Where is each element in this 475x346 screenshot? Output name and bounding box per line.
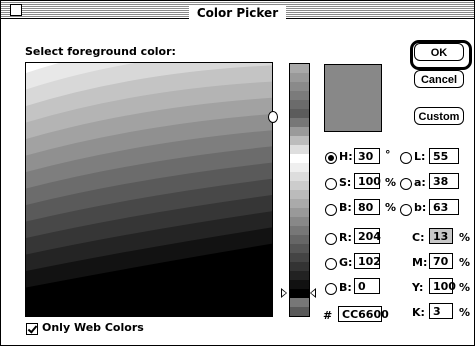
radio-a[interactable] [400, 178, 412, 190]
field-l[interactable]: 55 [429, 148, 459, 164]
slider-left-arrow-icon[interactable] [281, 288, 287, 298]
color-swatch [324, 64, 382, 132]
slider-band [290, 289, 309, 298]
slider-band [290, 145, 309, 154]
unit-h: ° [385, 148, 391, 161]
radio-lab-b[interactable] [400, 204, 412, 216]
color-slider[interactable] [289, 63, 310, 317]
only-web-colors-label: Only Web Colors [42, 321, 144, 334]
field-k[interactable]: 3 [429, 303, 453, 319]
ok-button[interactable]: OK [414, 43, 464, 61]
slider-band [290, 100, 309, 109]
label-k: K: [412, 306, 425, 319]
label-c: C: [412, 231, 425, 244]
slider-band [290, 181, 309, 190]
color-picker-window: Color Picker Select foreground color: OK… [0, 0, 475, 346]
label-a: a: [414, 176, 426, 189]
custom-button[interactable]: Custom [414, 107, 464, 125]
field-b[interactable]: 80 [354, 199, 380, 215]
slider-band [290, 208, 309, 217]
unit-k: % [459, 306, 471, 319]
radio-h[interactable] [325, 152, 337, 164]
field-h[interactable]: 30 [354, 148, 380, 164]
color-field[interactable] [25, 62, 273, 317]
slider-band [290, 82, 309, 91]
radio-l[interactable] [400, 152, 412, 164]
label-b: B: [339, 201, 352, 214]
label-s: S: [339, 176, 352, 189]
field-lab-b[interactable]: 63 [429, 199, 459, 215]
label-y: Y: [412, 281, 424, 294]
unit-y: % [459, 281, 471, 294]
label-h: H: [339, 150, 353, 163]
slider-band [290, 127, 309, 136]
label-r: R: [339, 231, 352, 244]
title-bar[interactable]: Color Picker [1, 1, 474, 21]
slider-band [290, 271, 309, 280]
slider-band [290, 172, 309, 181]
radio-rgb-b[interactable] [325, 283, 337, 295]
field-a[interactable]: 38 [429, 173, 459, 189]
hex-label: # [323, 309, 333, 322]
field-y[interactable]: 100 [429, 278, 456, 294]
label-m: M: [412, 256, 428, 269]
field-r[interactable]: 204 [354, 228, 381, 244]
hex-field[interactable]: CC6600 [338, 306, 389, 322]
label-rgb-b: B: [339, 281, 352, 294]
slider-band [290, 244, 309, 253]
slider-band [290, 136, 309, 145]
unit-c: % [459, 231, 471, 244]
slider-band [290, 118, 309, 127]
cancel-button[interactable]: Cancel [414, 70, 464, 88]
field-g[interactable]: 102 [354, 253, 381, 269]
slider-band [290, 280, 309, 289]
label-l: L: [414, 150, 426, 163]
radio-b[interactable] [325, 204, 337, 216]
radio-r[interactable] [325, 233, 337, 245]
slider-band [290, 253, 309, 262]
slider-band [290, 307, 309, 316]
slider-right-arrow-icon[interactable] [310, 288, 316, 298]
field-m[interactable]: 70 [429, 253, 453, 269]
radio-s[interactable] [325, 178, 337, 190]
window-title: Color Picker [188, 6, 287, 21]
field-rgb-b[interactable]: 0 [354, 278, 380, 294]
slider-band [290, 109, 309, 118]
radio-g[interactable] [325, 258, 337, 270]
slider-band [290, 235, 309, 244]
unit-s: % [385, 176, 397, 189]
label-g: G: [339, 256, 353, 269]
slider-band [290, 226, 309, 235]
color-field-handle[interactable] [268, 111, 278, 123]
only-web-colors-checkbox[interactable] [26, 323, 38, 335]
slider-band [290, 217, 309, 226]
prompt-label: Select foreground color: [25, 45, 176, 58]
slider-band [290, 163, 309, 172]
slider-band [290, 64, 309, 73]
field-c: 13 [429, 228, 453, 244]
slider-band [290, 73, 309, 82]
unit-b: % [385, 201, 397, 214]
field-s[interactable]: 100 [354, 173, 381, 189]
slider-band [290, 190, 309, 199]
slider-band [290, 298, 309, 307]
slider-band [290, 91, 309, 100]
unit-m: % [459, 256, 471, 269]
slider-band [290, 262, 309, 271]
slider-band [290, 199, 309, 208]
label-lab-b: b: [414, 201, 427, 214]
slider-band [290, 154, 309, 163]
